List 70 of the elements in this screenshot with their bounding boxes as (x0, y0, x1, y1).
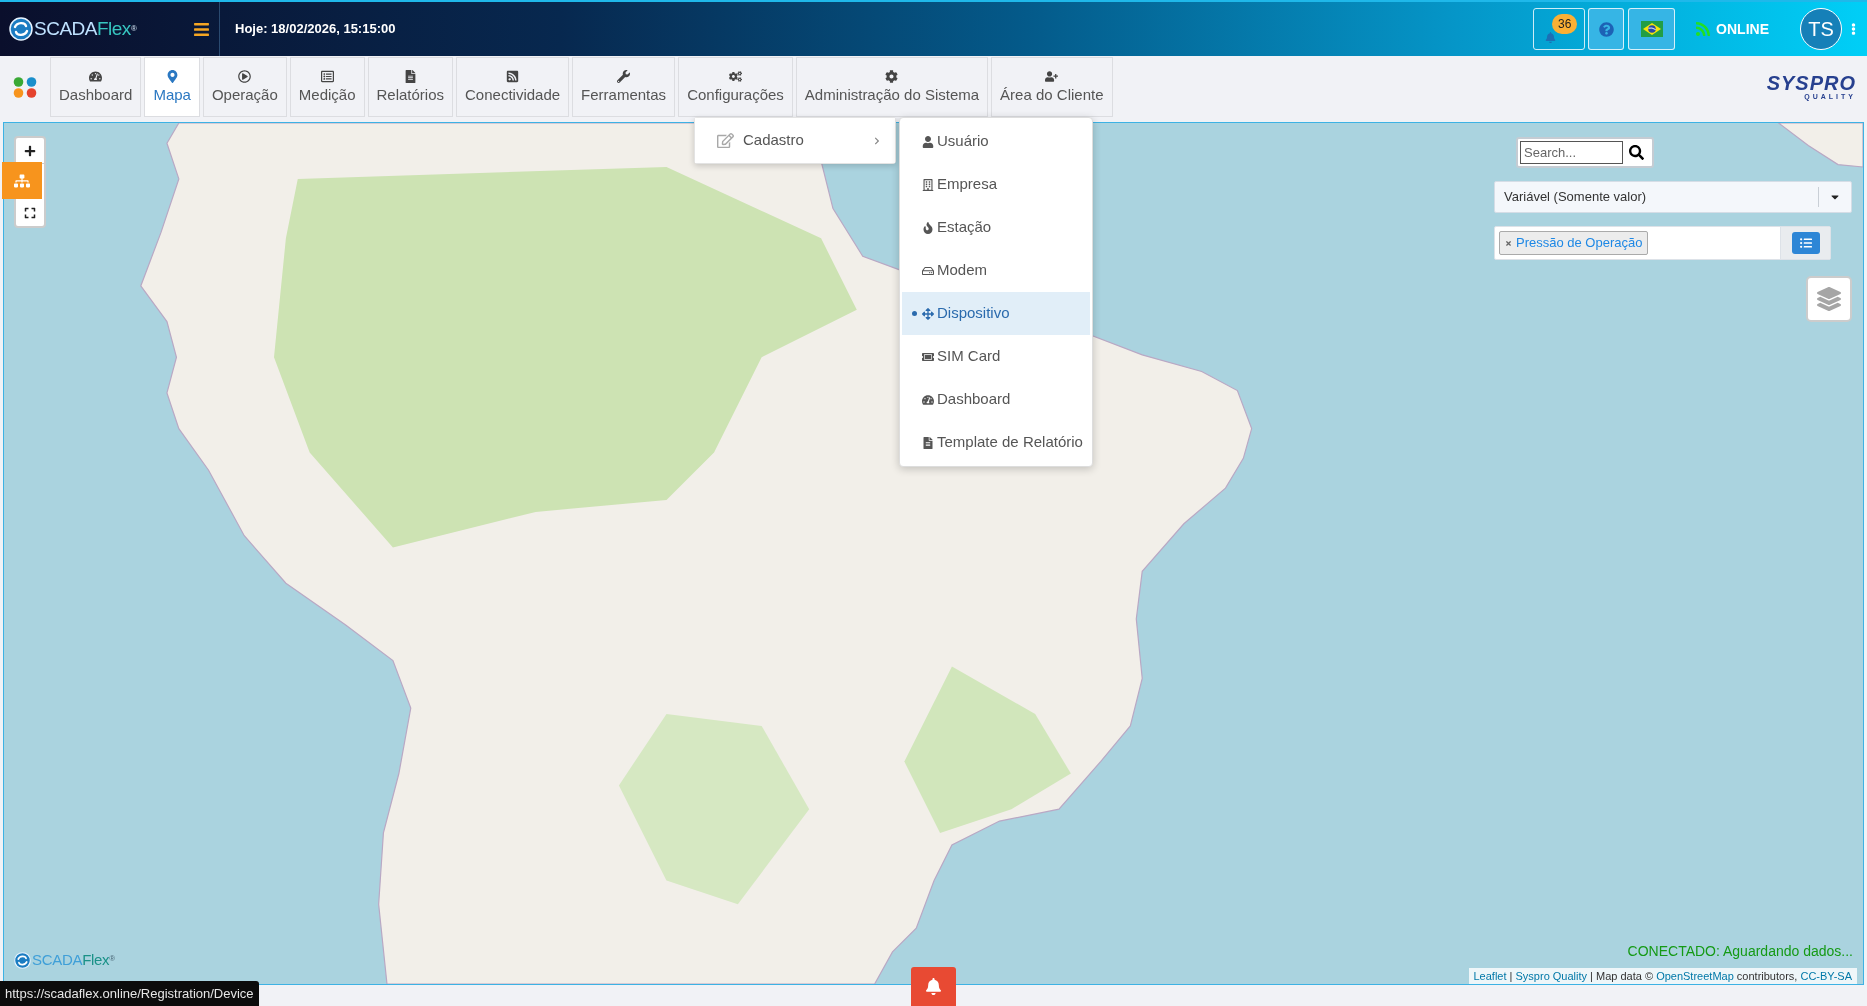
gauge-icon (89, 70, 103, 83)
nav-tab[interactable]: Mapa (144, 57, 200, 117)
app-grid-icon[interactable] (12, 76, 38, 98)
help-button[interactable] (1588, 8, 1625, 50)
alarm-button[interactable] (911, 967, 956, 1006)
flag-icon (1640, 21, 1663, 37)
user-icon (922, 135, 934, 148)
document-icon (403, 70, 417, 83)
notifications-button[interactable]: 36 (1533, 8, 1586, 50)
search-field[interactable]: Search... (1520, 141, 1623, 164)
logo-icon (9, 17, 33, 41)
bullet-icon (912, 311, 917, 316)
submenu-item[interactable]: Dispositivo (902, 292, 1090, 335)
attribution-link[interactable]: CC-BY-SA (1800, 970, 1852, 982)
signal-icon (1695, 21, 1712, 37)
bell-icon (925, 978, 942, 995)
gauge-icon (922, 393, 934, 406)
map-logo-wordmark: SCADAFlex$^{®}$ (32, 951, 115, 969)
attribution-link[interactable]: OpenStreetMap (1656, 970, 1734, 982)
rss-icon (506, 70, 520, 83)
nav-tab[interactable]: Dashboard (50, 57, 142, 117)
bell-icon (1545, 32, 1557, 43)
fullscreen-icon (24, 207, 36, 219)
menu-icon[interactable] (193, 20, 210, 38)
map-attribution: Leaflet | Syspro Quality | Map data © OpenStreetMap contributors, CC-BY-SA (1468, 968, 1857, 984)
building-icon (922, 178, 934, 191)
map-pin-icon (165, 70, 179, 83)
close-icon[interactable] (1505, 239, 1512, 247)
nav-tab[interactable]: Medição (289, 57, 365, 117)
logo-icon (14, 951, 31, 969)
map-connection-status: CONECTADO: Aguardando dados... (1627, 942, 1853, 961)
brand-logo-name: SYSPRO (1766, 73, 1856, 93)
attribution-link[interactable]: Leaflet (1473, 970, 1507, 982)
gear-icon (885, 70, 899, 83)
list-button[interactable] (1791, 232, 1820, 254)
nav-tab[interactable]: Operação (202, 57, 287, 117)
plus-icon (24, 144, 36, 157)
list-icon (320, 70, 334, 83)
help-icon (1598, 21, 1614, 37)
attribution-link[interactable]: Syspro Quality (1515, 970, 1588, 982)
nav-tab[interactable]: Ferramentas (572, 57, 676, 117)
drive-icon (922, 264, 934, 277)
layers-icon (1817, 287, 1841, 311)
link-preview: https://scadaflex.online/Registration/Device (0, 981, 259, 1006)
connection-status: ONLINE (1716, 19, 1769, 39)
nav-tab[interactable]: Área do Cliente (991, 57, 1113, 117)
user-avatar[interactable]: TS (1800, 8, 1842, 50)
wrench-icon (617, 70, 631, 83)
list-icon (1799, 237, 1812, 249)
gears-icon (729, 70, 742, 83)
move-arrows-icon (922, 307, 934, 320)
user-plus-icon (1045, 70, 1059, 83)
nav-tab[interactable]: Conectividade (456, 57, 570, 117)
nav-tab[interactable]: Configurações (678, 57, 793, 117)
search-icon[interactable] (1629, 145, 1644, 160)
variable-select[interactable]: Variável (Somente valor) (1494, 181, 1852, 213)
ticket-icon (922, 350, 934, 363)
edit-icon (717, 132, 734, 149)
logo-wordmark: SCADAFlex$^{®}$ (34, 18, 137, 40)
current-date: Hoje: 18/02/2026, 15:15:00 (235, 20, 396, 39)
nav-tab[interactable]: Administração do Sistema (795, 57, 989, 117)
flame-icon (922, 221, 934, 234)
menu-item[interactable]: Cadastro (695, 118, 895, 163)
nav-tab[interactable]: Relatórios (367, 57, 454, 117)
language-button[interactable] (1628, 8, 1676, 50)
sitemap-icon (14, 172, 30, 189)
document-icon (922, 436, 934, 449)
chevron-icon (873, 136, 881, 145)
notification-badge: 36 (1552, 14, 1578, 34)
layers-button[interactable] (1806, 276, 1852, 322)
